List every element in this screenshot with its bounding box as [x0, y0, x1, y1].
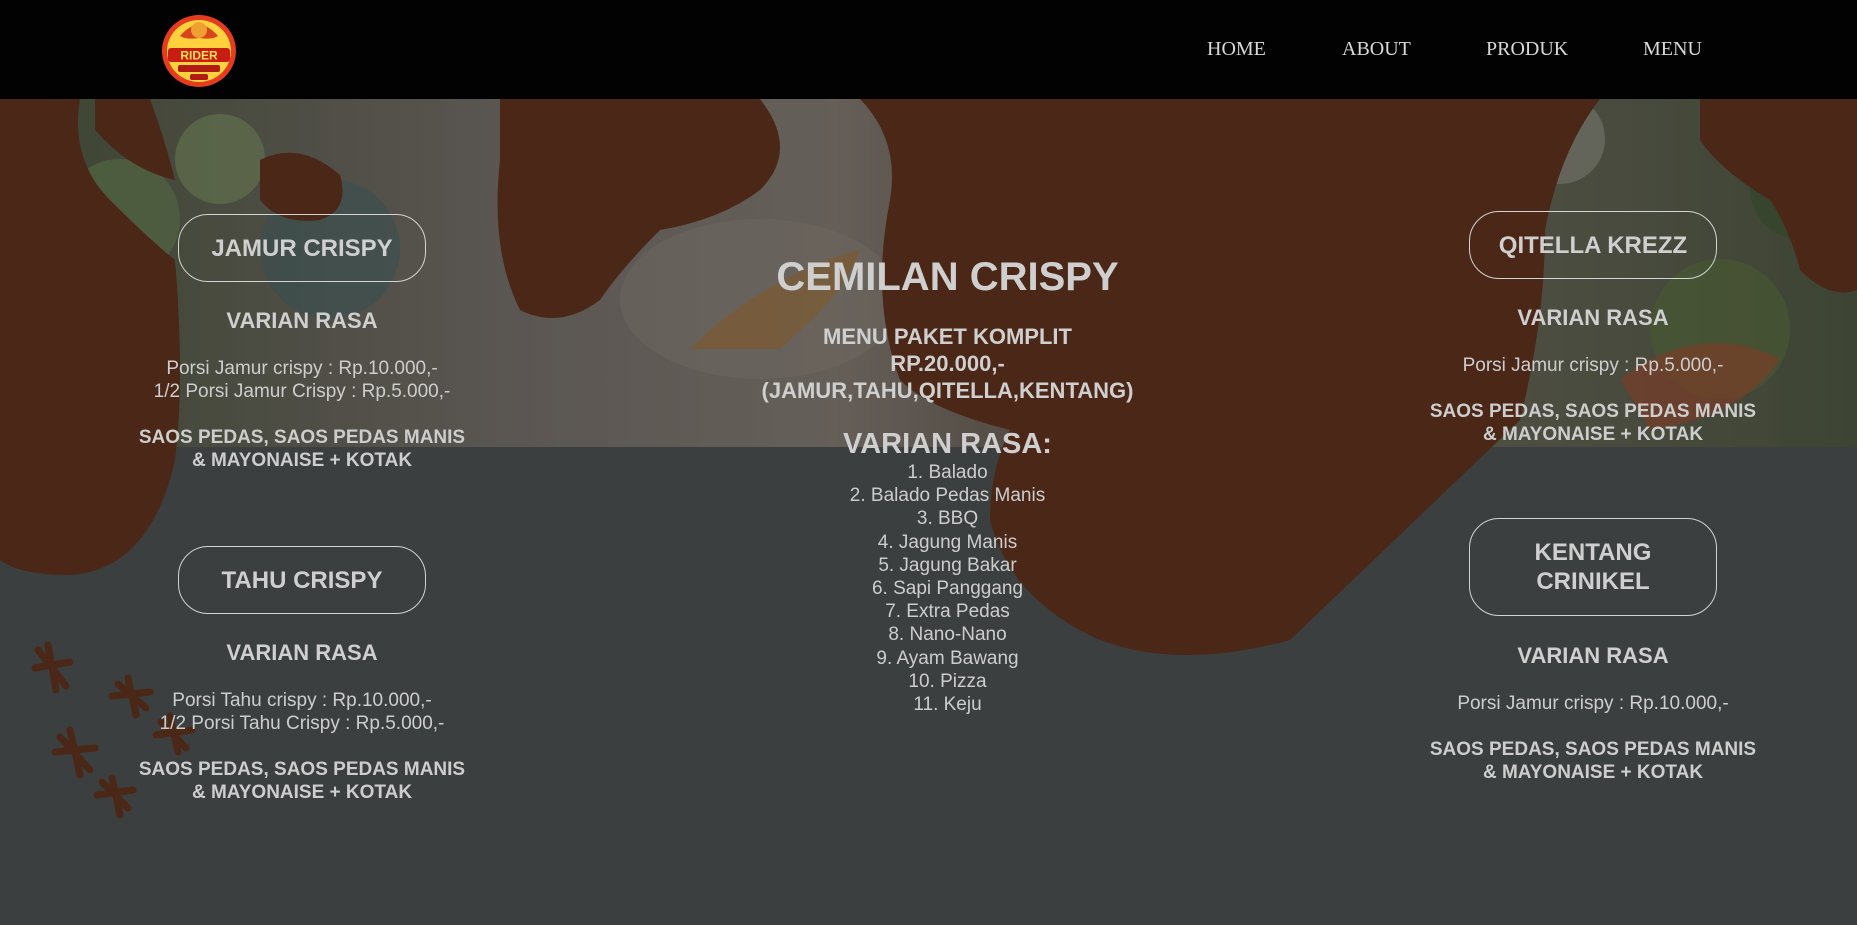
- jamur-sauce-line2: & MAYONAISE + KOTAK: [191, 450, 413, 471]
- list-item: 11. Keju: [913, 694, 982, 716]
- tahu-varian-heading: VARIAN RASA: [226, 640, 378, 665]
- jamur-crispy-button[interactable]: JAMUR CRISPY: [178, 214, 426, 282]
- nav-about-link[interactable]: ABOUT: [1342, 38, 1411, 61]
- svg-text:RIDER: RIDER: [180, 49, 218, 63]
- qitella-krezz-button[interactable]: QITELLA KREZZ: [1469, 211, 1717, 279]
- rider-logo[interactable]: RIDER: [160, 10, 238, 88]
- navbar: RIDER HOME ABOUT PRODUK MENU: [0, 0, 1857, 99]
- list-item: 6. Sapi Panggang: [871, 578, 1024, 600]
- list-item: 3. BBQ: [916, 508, 979, 530]
- flavor-heading: VARIAN RASA:: [843, 428, 1052, 460]
- tahu-price-full: Porsi Tahu crispy : Rp.10.000,-: [172, 690, 432, 711]
- qitella-varian-heading: VARIAN RASA: [1517, 305, 1669, 330]
- package-price: RP.20.000,-: [890, 351, 1005, 376]
- kentang-crinikel-button[interactable]: KENTANG CRINIKEL: [1469, 518, 1717, 616]
- jamur-price-full: Porsi Jamur crispy : Rp.10.000,-: [166, 358, 438, 379]
- kentang-price-full: Porsi Jamur crispy : Rp.10.000,-: [1457, 693, 1729, 714]
- qitella-sauce-line1: SAOS PEDAS, SAOS PEDAS MANIS: [1429, 401, 1757, 422]
- list-item: 1. Balado: [907, 462, 988, 483]
- jamur-sauce-line1: SAOS PEDAS, SAOS PEDAS MANIS: [138, 427, 466, 448]
- kentang-varian-heading: VARIAN RASA: [1517, 643, 1669, 668]
- tahu-price-half: 1/2 Porsi Tahu Crispy : Rp.5.000,-: [159, 713, 445, 734]
- nav-home-link[interactable]: HOME: [1207, 38, 1266, 61]
- kentang-sauce-line1: SAOS PEDAS, SAOS PEDAS MANIS: [1429, 739, 1757, 760]
- kentang-label-line2: CRINIKEL: [1536, 568, 1650, 595]
- list-item: 10. Pizza: [908, 670, 987, 692]
- list-item: 2. Balado Pedas Manis: [849, 485, 1046, 507]
- tahu-crispy-button[interactable]: TAHU CRISPY: [178, 546, 426, 614]
- kentang-label-line1: KENTANG: [1534, 539, 1652, 566]
- jamur-varian-heading: VARIAN RASA: [226, 308, 378, 333]
- list-item: 7. Extra Pedas: [885, 601, 1010, 623]
- package-title: MENU PAKET KOMPLIT: [823, 324, 1072, 349]
- nav-menu-link[interactable]: MENU: [1643, 38, 1702, 61]
- kentang-sauce-line2: & MAYONAISE + KOTAK: [1482, 762, 1704, 783]
- qitella-sauce-line2: & MAYONAISE + KOTAK: [1482, 424, 1704, 445]
- list-item: 4. Jagung Manis: [877, 531, 1018, 553]
- tahu-sauce-line1: SAOS PEDAS, SAOS PEDAS MANIS: [138, 759, 466, 780]
- flavor-list: 1. Balado 2. Balado Pedas Manis 3. BBQ 4…: [795, 461, 1100, 716]
- list-item: 8. Nano-Nano: [888, 624, 1007, 646]
- jamur-price-half: 1/2 Porsi Jamur Crispy : Rp.5.000,-: [153, 381, 451, 402]
- tahu-sauce-line2: & MAYONAISE + KOTAK: [191, 782, 413, 803]
- list-item: 5. Jagung Bakar: [878, 554, 1017, 576]
- list-item: 9. Ayam Bawang: [876, 647, 1019, 669]
- nav-produk-link[interactable]: PRODUK: [1486, 38, 1568, 61]
- package-contents: (JAMUR,TAHU,QITELLA,KENTANG): [761, 378, 1134, 403]
- qitella-price-full: Porsi Jamur crispy : Rp.5.000,-: [1462, 355, 1724, 376]
- page-title: CEMILAN CRISPY: [776, 255, 1119, 299]
